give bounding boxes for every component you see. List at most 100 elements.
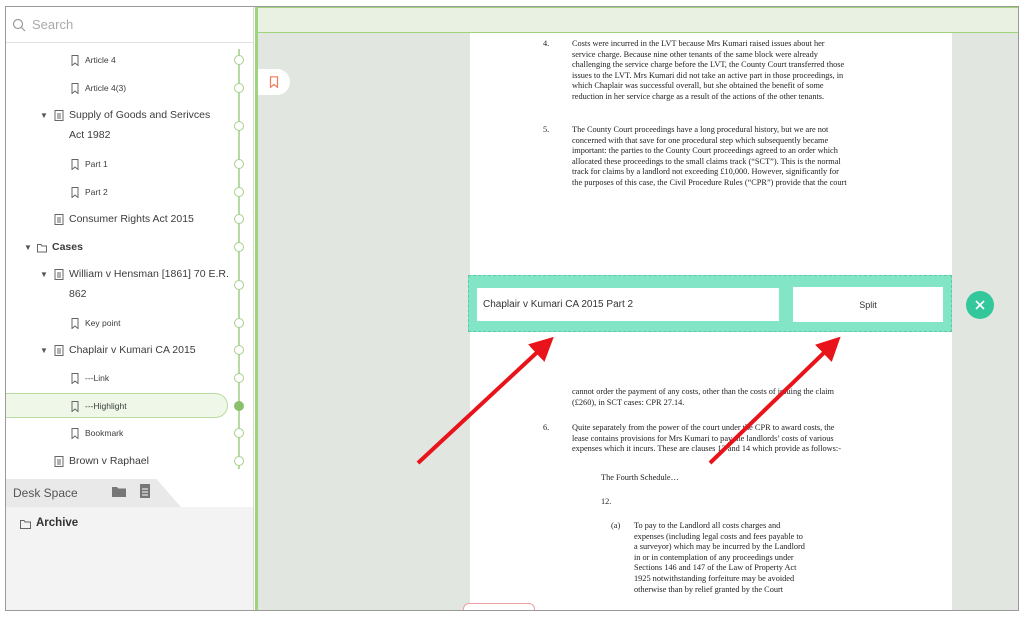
close-icon — [975, 300, 985, 310]
new-folder-icon[interactable] — [112, 486, 126, 497]
timeline-dot — [234, 280, 244, 290]
text-line: Sections 146 and 147 of the Law of Prope… — [634, 563, 797, 573]
timeline-dot — [234, 159, 244, 169]
tree-item-label: Chaplair v Kumari CA 2015 — [69, 344, 196, 356]
paragraph-number: 5. — [543, 125, 550, 134]
bookmark-icon — [71, 318, 79, 329]
paragraph-4: Costs were incurred in the LVT because M… — [572, 39, 894, 103]
tree-item-link[interactable]: ---Link — [6, 368, 253, 388]
bookmark-icon — [71, 187, 79, 198]
tree-item-label: Brown v Raphael — [69, 455, 149, 467]
clause-number: 12. — [601, 497, 612, 506]
app-window: Article 4 Article 4(3) ▼ Supply of Goods… — [5, 6, 1019, 611]
paragraph-number: 4. — [543, 39, 550, 48]
bottom-tab[interactable] — [463, 603, 535, 610]
desk-space-label: Desk Space — [13, 486, 78, 500]
tree-item-brown-v-raphael[interactable]: Brown v Raphael — [6, 451, 253, 471]
tree-folder-cases[interactable]: ▼ Cases — [6, 237, 253, 257]
tree-item-key-point[interactable]: Key point — [6, 313, 253, 333]
split-title-input[interactable] — [477, 288, 779, 321]
text-line: which Chaplair was successful overall, b… — [572, 81, 824, 91]
tree-item-label: Consumer Rights Act 2015 — [69, 213, 194, 225]
caret-down-icon[interactable]: ▼ — [24, 243, 32, 252]
text-line: lease contains provisions for Mrs Kumari… — [572, 433, 834, 443]
archive-label: Archive — [36, 517, 79, 529]
bookmark-tab[interactable] — [258, 69, 290, 95]
paragraph-number: 6. — [543, 423, 550, 432]
tree-item-part-1[interactable]: Part 1 — [6, 154, 253, 174]
timeline-dot — [234, 345, 244, 355]
tree-item-william-v-hensman[interactable]: ▼ William v Hensman [1861] 70 E.R. 862 — [6, 264, 253, 306]
split-button[interactable]: Split — [793, 287, 943, 322]
tree-item-article-4-3[interactable]: Article 4(3) — [6, 78, 253, 98]
bookmark-icon — [269, 76, 279, 88]
timeline-dot — [234, 318, 244, 328]
caret-down-icon[interactable]: ▼ — [40, 111, 48, 120]
tree-item-label: Article 4 — [85, 55, 116, 65]
search-icon — [12, 18, 26, 31]
search-bar — [6, 7, 253, 43]
tree-item-label: Article 4(3) — [85, 83, 127, 93]
tree-item-chaplair-v-kumari[interactable]: ▼ Chaplair v Kumari CA 2015 — [6, 340, 253, 360]
bookmark-icon — [71, 83, 79, 94]
bookmark-icon — [71, 428, 79, 439]
schedule-heading: The Fourth Schedule… — [601, 473, 679, 482]
text-line: Costs were incurred in the LVT because M… — [572, 39, 825, 48]
caret-down-icon[interactable]: ▼ — [40, 270, 48, 279]
timeline-dot — [234, 55, 244, 65]
paragraph-continuation: cannot order the payment of any costs, o… — [572, 387, 894, 408]
document-icon — [54, 214, 64, 225]
tree-item-label: Bookmark — [85, 428, 124, 438]
document-icon — [54, 345, 64, 356]
tree-item-consumer-rights[interactable]: Consumer Rights Act 2015 — [6, 209, 253, 229]
timeline-dot — [234, 242, 244, 252]
text-line: reduction in her service charge as a res… — [572, 91, 825, 101]
timeline-dot — [234, 121, 244, 131]
text-line: in or in contemplation of any proceeding… — [634, 552, 794, 562]
timeline-dot — [234, 83, 244, 93]
tree-item-label: Supply of Goods and Serivces — [69, 109, 211, 121]
tree-item-supply-of-goods[interactable]: ▼ Supply of Goods and Serivces Act 1982 — [6, 105, 253, 147]
tree-item-label: ---Highlight — [85, 401, 127, 411]
sub-clause-label: (a) — [611, 521, 621, 530]
search-input[interactable] — [32, 17, 232, 32]
text-line: service charge. Because nine other tenan… — [572, 49, 818, 59]
tree-item-bookmark[interactable]: Bookmark — [6, 423, 253, 443]
text-line: the purposes of this case, the Civil Pro… — [572, 177, 847, 187]
text-line: a surveyor) which may be incurred by the… — [634, 542, 805, 552]
paragraph-5: The County Court proceedings have a long… — [572, 125, 894, 189]
tree-item-label: Part 1 — [85, 159, 108, 169]
bookmark-icon — [71, 55, 79, 66]
tree-item-label-continued: 862 — [69, 288, 87, 300]
tree-item-article-4[interactable]: Article 4 — [6, 50, 253, 70]
document-icon — [54, 456, 64, 467]
text-line: otherwise than by relief granted by the … — [634, 584, 784, 594]
text-line: concerned with that save for one procedu… — [572, 135, 829, 145]
tree-item-label-continued: Act 1982 — [69, 129, 111, 141]
tree-item-highlight[interactable]: ---Highlight — [6, 396, 253, 416]
bookmark-icon — [71, 401, 79, 412]
timeline-dot — [234, 373, 244, 383]
text-line: allocated these proceedings to the small… — [572, 156, 841, 166]
archive-folder[interactable]: Archive — [20, 515, 120, 535]
close-split-button[interactable] — [966, 291, 994, 319]
text-line: 1925 notwithstanding forfeiture may be a… — [634, 573, 795, 583]
tree-item-label: Part 2 — [85, 187, 108, 197]
document-icon — [54, 110, 64, 121]
folder-icon — [37, 244, 47, 253]
timeline-dot — [234, 428, 244, 438]
tree-item-label: William v Hensman [1861] 70 E.R. — [69, 268, 229, 280]
text-line: issues to the LVT. Mrs Kumari did not ta… — [572, 70, 844, 80]
timeline-dot — [234, 187, 244, 197]
tree-item-label: Key point — [85, 318, 121, 328]
new-document-icon[interactable] — [140, 484, 150, 498]
caret-down-icon[interactable]: ▼ — [40, 346, 48, 355]
tree-item-label: Cases — [52, 241, 83, 253]
split-bar: Split — [468, 275, 952, 332]
timeline-dot-active — [234, 401, 244, 411]
sub-clause-a: To pay to the Landlord all costs charges… — [634, 521, 834, 595]
text-line: expenses (including legal costs and fees… — [634, 531, 803, 541]
tree-item-part-2[interactable]: Part 2 — [6, 182, 253, 202]
sidebar: Article 4 Article 4(3) ▼ Supply of Goods… — [6, 7, 254, 610]
desk-space-body: Archive — [6, 507, 253, 610]
